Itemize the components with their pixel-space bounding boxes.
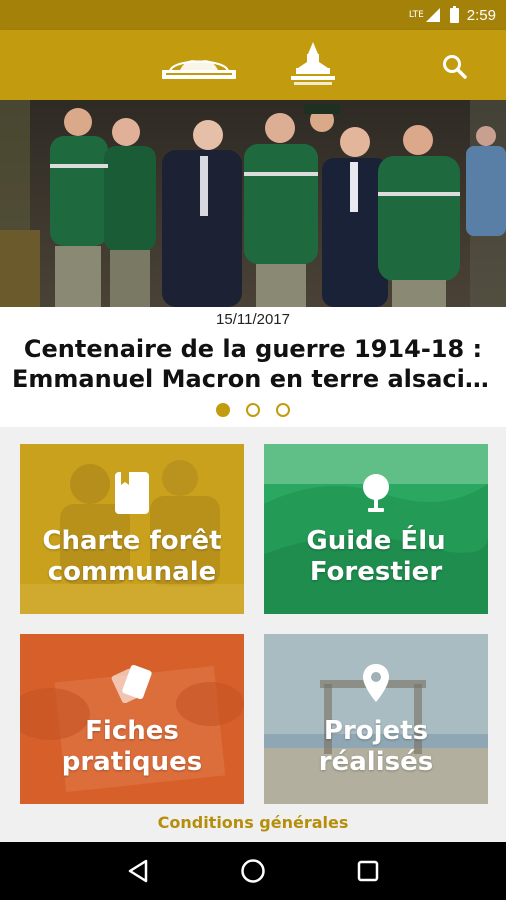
clock: 2:59 bbox=[466, 6, 496, 24]
article-title[interactable]: Centenaire de la guerre 1914-18 : Emmanu… bbox=[12, 334, 494, 394]
search-button[interactable] bbox=[438, 50, 472, 84]
back-icon bbox=[128, 859, 147, 883]
app-bar bbox=[0, 30, 506, 100]
tile-label: Fiches pratiques bbox=[61, 716, 203, 777]
article-title-line2: Emmanuel Macron en terre alsacie… bbox=[12, 365, 494, 393]
tile-label: Charte forêt communale bbox=[42, 526, 222, 587]
back-button[interactable] bbox=[118, 851, 158, 891]
news-slider-image[interactable] bbox=[0, 100, 506, 307]
tile-label: Projets réalisés bbox=[318, 716, 434, 777]
home-icon bbox=[241, 859, 265, 883]
recents-icon bbox=[358, 860, 379, 882]
pagination-dot[interactable] bbox=[216, 403, 230, 417]
battery-icon bbox=[449, 5, 459, 23]
signal-icon bbox=[425, 8, 440, 22]
search-icon bbox=[443, 55, 467, 79]
tile-label: Guide Élu Forestier bbox=[306, 526, 446, 587]
bookmark-icon bbox=[114, 470, 150, 516]
status-bar: LTE 2:59 bbox=[0, 0, 506, 30]
conditions-generales-link[interactable]: Conditions générales bbox=[0, 813, 506, 832]
tree-icon bbox=[360, 470, 392, 516]
pagination-dot[interactable] bbox=[246, 403, 260, 417]
network-type: LTE bbox=[408, 10, 424, 20]
guide-elu-tile[interactable]: Guide Élu Forestier bbox=[264, 444, 488, 614]
recents-button[interactable] bbox=[348, 851, 388, 891]
slider-pagination bbox=[0, 403, 506, 417]
system-nav-bar bbox=[0, 842, 506, 900]
article-date: 15/11/2017 bbox=[216, 311, 290, 328]
article-title-line1: Centenaire de la guerre 1914-18 : bbox=[23, 335, 483, 363]
onf-logo bbox=[160, 50, 238, 80]
projets-realises-tile[interactable]: Projets réalisés bbox=[264, 634, 488, 804]
location-pin-icon bbox=[362, 660, 390, 706]
home-button[interactable] bbox=[233, 851, 273, 891]
fiches-pratiques-tile[interactable]: Fiches pratiques bbox=[20, 634, 244, 804]
pagination-dot[interactable] bbox=[276, 403, 290, 417]
charte-foret-tile[interactable]: Charte forêt communale bbox=[20, 444, 244, 614]
communes-forestieres-logo bbox=[288, 40, 338, 86]
cards-icon bbox=[110, 660, 154, 706]
